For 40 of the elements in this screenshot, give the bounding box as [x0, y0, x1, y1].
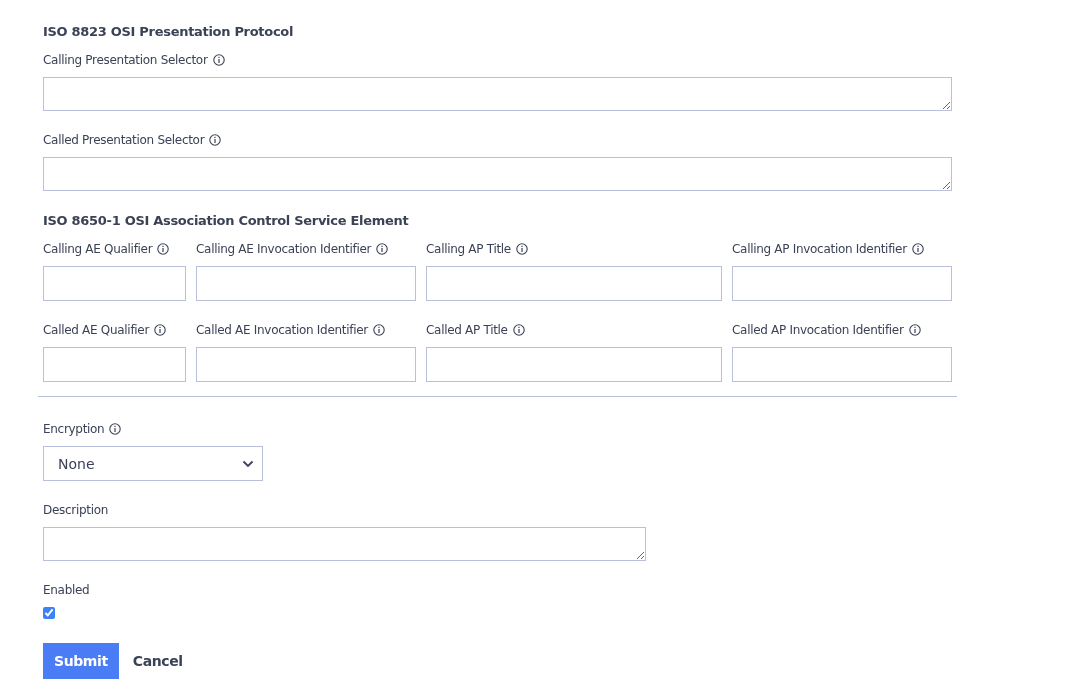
- info-icon[interactable]: [109, 423, 122, 435]
- info-icon[interactable]: [512, 324, 525, 336]
- field-label: Calling Presentation Selector: [43, 53, 208, 67]
- input-field[interactable]: [732, 347, 952, 382]
- description-field[interactable]: [43, 527, 646, 561]
- input-field[interactable]: [426, 347, 722, 382]
- info-icon[interactable]: [154, 324, 167, 336]
- field-label: Called AE Invocation Identifier: [196, 323, 368, 337]
- field-label: Calling AE Invocation Identifier: [196, 242, 372, 256]
- info-icon[interactable]: [376, 243, 389, 255]
- section-title: ISO 8823 OSI Presentation Protocol: [43, 24, 295, 39]
- chevron-down-icon: [242, 459, 254, 468]
- field-label: Enabled: [43, 583, 90, 597]
- field-label: Called AE Qualifier: [43, 323, 150, 337]
- field-label: Encryption: [43, 422, 105, 436]
- input-field[interactable]: [196, 266, 416, 301]
- info-icon[interactable]: [157, 243, 170, 255]
- info-icon[interactable]: [209, 134, 222, 146]
- section-title: ISO 8650-1 OSI Association Control Service Element: [43, 213, 410, 228]
- submit-button[interactable]: Submit: [43, 643, 119, 679]
- field-label: Called AP Title: [426, 323, 508, 337]
- info-icon[interactable]: [212, 54, 225, 66]
- field-label: Called AP Invocation Identifier: [732, 323, 904, 337]
- input-field[interactable]: [43, 266, 186, 301]
- info-icon[interactable]: [515, 243, 528, 255]
- input-field[interactable]: [426, 266, 722, 301]
- info-icon[interactable]: [908, 324, 921, 336]
- input-field[interactable]: [196, 347, 416, 382]
- field-label: Calling AE Qualifier: [43, 242, 153, 256]
- field-label: Description: [43, 503, 109, 517]
- enabled-checkbox[interactable]: [43, 607, 55, 619]
- field-label: Calling AP Title: [426, 242, 511, 256]
- encryption-dropdown[interactable]: None: [43, 446, 263, 481]
- field-label: Called Presentation Selector: [43, 133, 205, 147]
- info-icon[interactable]: [372, 324, 385, 336]
- cancel-link[interactable]: Cancel: [132, 653, 183, 669]
- info-icon[interactable]: [911, 243, 924, 255]
- input-field[interactable]: [43, 347, 186, 382]
- field-label: Calling AP Invocation Identifier: [732, 242, 907, 256]
- input-field[interactable]: [732, 266, 952, 301]
